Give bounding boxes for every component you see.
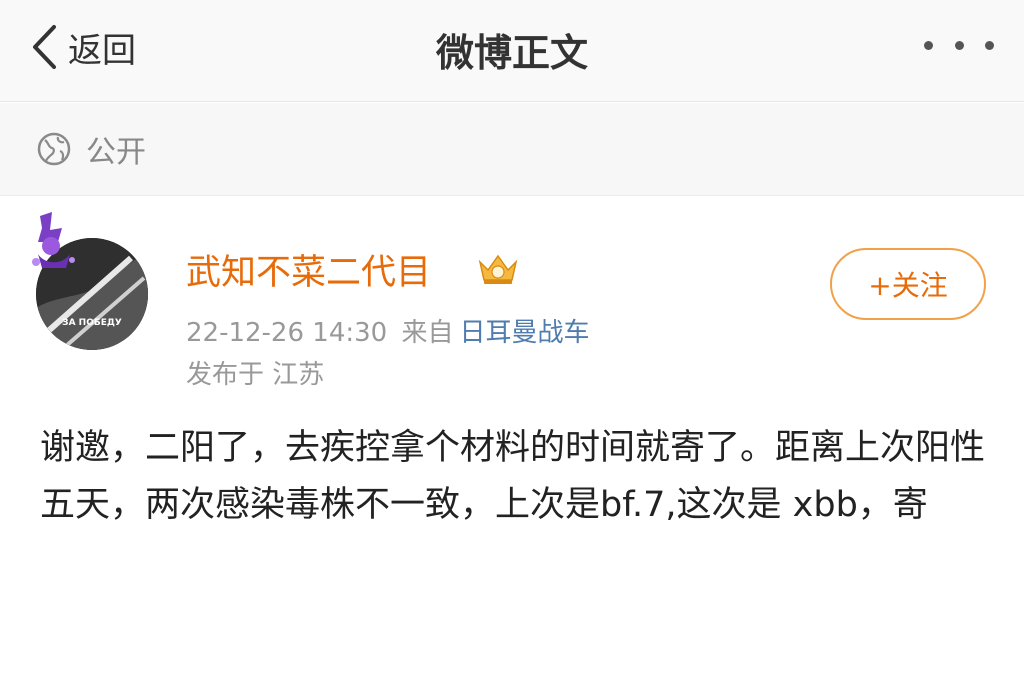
visibility-bar: 公开	[0, 103, 1024, 196]
author-name[interactable]: 武知不菜二代目	[186, 244, 431, 295]
post-source-link[interactable]: 日耳曼战车	[460, 318, 590, 348]
post-meta: 22-12-26 14:30 来自 日耳曼战车	[186, 312, 590, 349]
more-dots-icon[interactable]	[924, 30, 994, 60]
post-body-text: 谢邀，二阳了，去疾控拿个材料的时间就寄了。距离上次阳性五天，两次感染毒株不一致，…	[40, 428, 986, 525]
avatar-caption: ЗА ПОБЕДУ	[62, 318, 122, 328]
vip-crown-icon	[478, 254, 518, 284]
post-location: 发布于 江苏	[186, 360, 325, 390]
wizard-sticker-icon	[32, 212, 75, 268]
globe-icon	[37, 132, 71, 166]
visibility-label: 公开	[86, 135, 146, 170]
post-timestamp: 22-12-26 14:30	[186, 318, 388, 348]
top-navbar: 返回 微博正文	[0, 0, 1024, 102]
page-title: 微博正文	[435, 31, 588, 75]
follow-button[interactable]: +关注	[830, 248, 986, 320]
source-prefix: 来自	[401, 318, 454, 348]
